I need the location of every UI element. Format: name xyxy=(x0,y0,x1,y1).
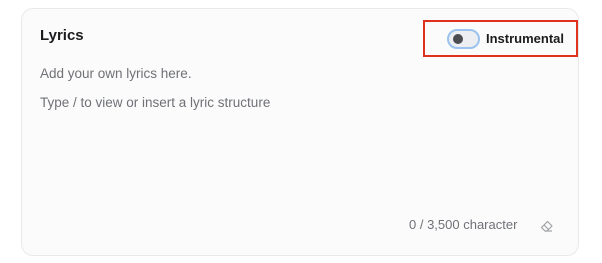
lyrics-title: Lyrics xyxy=(40,27,84,44)
lyrics-placeholder-line-1[interactable]: Add your own lyrics here. xyxy=(40,66,192,81)
lyrics-card: Lyrics Instrumental Add your own lyrics … xyxy=(21,8,579,256)
lyrics-placeholder-line-2[interactable]: Type / to view or insert a lyric structu… xyxy=(40,95,270,110)
instrumental-toggle[interactable] xyxy=(447,28,480,49)
character-counter: 0 / 3,500 character xyxy=(409,217,518,232)
toggle-knob xyxy=(453,33,463,44)
eraser-icon[interactable] xyxy=(539,218,555,234)
instrumental-label[interactable]: Instrumental xyxy=(486,31,564,46)
instrumental-toggle-container: Instrumental xyxy=(423,20,578,57)
